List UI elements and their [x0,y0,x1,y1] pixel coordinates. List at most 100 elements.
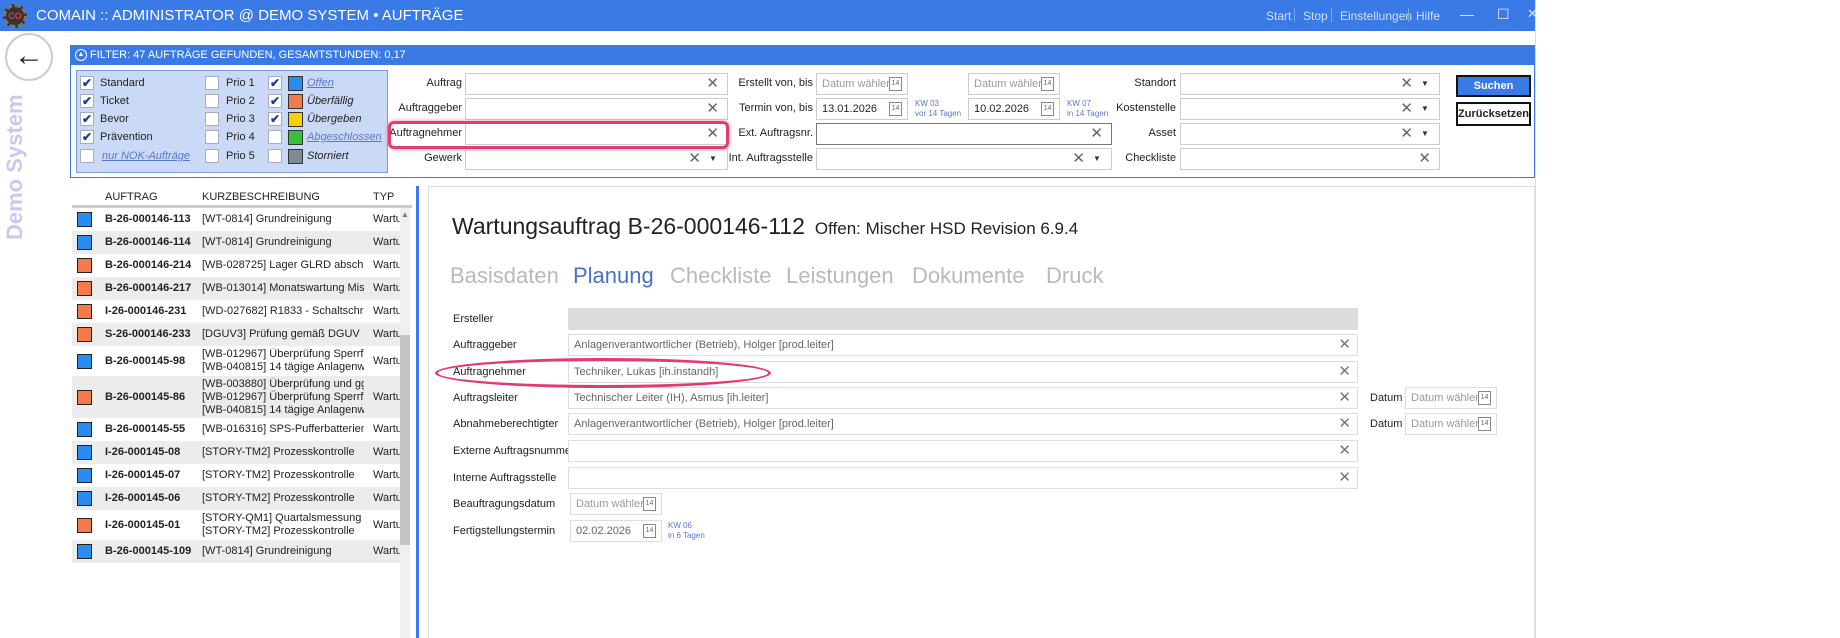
datum-date-input[interactable]: Datum wähler 14 [1405,413,1497,435]
auftrag-input[interactable]: ✕ [465,73,728,95]
termin-to-date[interactable]: 10.02.2026 14 [968,98,1060,120]
field-auftraggeber[interactable]: Anlagenverantwortlicher (Betrieb), Holge… [568,334,1358,356]
calendar-icon[interactable]: 14 [1478,417,1491,431]
minimize-icon[interactable]: — [1460,6,1474,22]
field-interne-auftragsstelle[interactable]: ✕ [568,467,1358,489]
filter-header[interactable]: ▲ FILTER: 47 AUFTRÄGE GEFUNDEN, GESAMTSTU… [70,45,1535,65]
reset-button[interactable]: Zurücksetzen [1456,102,1531,126]
table-row[interactable]: B-26-000146-217 [WB-013014] Monatswartun… [72,277,402,300]
table-row[interactable]: B-26-000146-114 [WT-0814] Grundreinigung… [72,231,402,254]
clear-icon[interactable]: ✕ [1338,388,1351,408]
dropdown-icon[interactable]: ▼ [1421,74,1433,94]
tab-leistungen[interactable]: Leistungen [786,263,894,289]
table-row[interactable]: I-26-000145-06 [STORY-TM2] Prozesskontro… [72,487,402,510]
column-typ[interactable]: TYP [373,191,394,203]
field-externe-auftragsnummer[interactable]: ✕ [568,440,1358,462]
auftraggeber-input[interactable]: ✕ [465,98,728,120]
checkbox-status[interactable]: ✔ [268,76,282,90]
checkbox-prio[interactable] [205,76,219,90]
clear-icon[interactable]: ✕ [1400,99,1413,119]
kostenstelle-input[interactable]: ✕ ▼ [1180,98,1440,120]
int-auftragsstelle-input[interactable]: ✕ ▼ [816,148,1112,170]
clear-icon[interactable]: ✕ [1338,441,1351,461]
clear-icon[interactable]: ✕ [1400,74,1413,94]
table-row[interactable]: B-26-000145-55 [WB-016316] SPS-Pufferbat… [72,418,402,441]
table-row[interactable]: I-26-000145-07 [STORY-TM2] Prozesskontro… [72,464,402,487]
clear-icon[interactable]: ✕ [1338,335,1351,355]
menu-einstellungen[interactable]: Einstellungen [1340,9,1412,23]
beauftragungsdatum-input[interactable]: Datum wähler 14 [570,493,662,515]
clear-icon[interactable]: ✕ [1338,414,1351,434]
clear-icon[interactable]: ✕ [688,149,701,169]
menu-hilfe[interactable]: Hilfe [1416,9,1440,23]
calendar-icon[interactable]: 14 [889,102,902,116]
clear-icon[interactable]: ✕ [1338,468,1351,488]
scroll-up-icon[interactable]: ▲ [401,210,409,219]
table-row[interactable]: B-26-000146-113 [WT-0814] Grundreinigung… [72,208,402,231]
fertigstellungstermin-input[interactable]: 02.02.2026 14 [570,520,662,542]
gewerk-input[interactable]: ✕ ▼ [465,148,728,170]
column-kurzbeschreibung[interactable]: KURZBESCHREIBUNG [202,191,320,203]
field-abnahmeberechtigter[interactable]: Anlagenverantwortlicher (Betrieb), Holge… [568,413,1358,435]
maximize-icon[interactable]: ☐ [1497,6,1510,23]
checkliste-input[interactable]: ✕ [1180,148,1440,170]
table-row[interactable]: B-26-000146-214 [WB-028725] Lager GLRD a… [72,254,402,277]
close-icon[interactable]: ✕ [1527,6,1538,22]
back-button[interactable]: ← [5,33,53,81]
checkbox-prio[interactable] [205,149,219,163]
clear-icon[interactable]: ✕ [1418,149,1431,169]
tab-planung[interactable]: Planung [573,263,654,289]
menu-start[interactable]: Start [1266,9,1291,23]
tab-dokumente[interactable]: Dokumente [912,263,1025,289]
checkbox-status[interactable]: ✔ [268,112,282,126]
table-row[interactable]: I-26-000146-231 [WD-027682] R1833 - Scha… [72,300,402,323]
column-auftrag[interactable]: AUFTRAG [105,191,158,203]
asset-input[interactable]: ✕ ▼ [1180,123,1440,145]
calendar-icon[interactable]: 14 [1041,102,1054,116]
table-row[interactable]: I-26-000145-01 [STORY-QM1] Quartalsmessu… [72,510,402,540]
scrollbar-thumb[interactable] [400,335,410,545]
checkbox-status[interactable]: ✔ [268,94,282,108]
dropdown-icon[interactable]: ▼ [1421,124,1433,144]
menu-stop[interactable]: Stop [1303,9,1328,23]
checkbox-prio[interactable] [205,112,219,126]
checkbox-type[interactable]: ✔ [80,94,94,108]
checkbox-type[interactable]: ✔ [80,112,94,126]
termin-from-date[interactable]: 13.01.2026 14 [816,98,908,120]
table-row[interactable]: B-26-000145-98 [WB-012967] Überprüfung S… [72,346,402,376]
tab-checkliste[interactable]: Checkliste [670,263,771,289]
clear-icon[interactable]: ✕ [706,74,719,94]
erstellt-from-date[interactable]: Datum wähler 14 [816,73,908,95]
checkbox-prio[interactable] [205,94,219,108]
clear-icon[interactable]: ✕ [1400,124,1413,144]
table-row[interactable]: S-26-000146-233 [DGUV3] Prüfung gemäß DG… [72,323,402,346]
dropdown-icon[interactable]: ▼ [1421,99,1433,119]
tab-basisdaten[interactable]: Basisdaten [450,263,559,289]
calendar-icon[interactable]: 14 [643,497,656,511]
calendar-icon[interactable]: 14 [1478,391,1491,405]
checkbox-prio[interactable] [205,130,219,144]
checkbox-status[interactable] [268,130,282,144]
table-row[interactable]: B-26-000145-109 [WT-0814] Grundreinigung… [72,540,402,563]
calendar-icon[interactable]: 14 [889,77,902,91]
clear-icon[interactable]: ✕ [1338,362,1351,382]
checkbox-type[interactable]: ✔ [80,76,94,90]
collapse-icon[interactable]: ▲ [75,49,87,61]
tab-druck[interactable]: Druck [1046,263,1103,289]
ext-auftragsnr-input[interactable]: ✕ [816,123,1112,145]
erstellt-to-date[interactable]: Datum wähler 14 [968,73,1060,95]
datum-date-input[interactable]: Datum wähler 14 [1405,387,1497,409]
table-row[interactable]: B-26-000145-86 [WB-003880] Überprüfung u… [72,376,402,418]
table-row[interactable]: I-26-000145-08 [STORY-TM2] Prozesskontro… [72,441,402,464]
checkbox-status[interactable] [268,149,282,163]
search-button[interactable]: Suchen [1456,75,1531,97]
checkbox-type[interactable]: ✔ [80,130,94,144]
clear-icon[interactable]: ✕ [1072,149,1085,169]
checkbox-type[interactable] [80,149,94,163]
field-auftragsleiter[interactable]: Technischer Leiter (IH), Asmus [ih.leite… [568,387,1358,409]
standort-input[interactable]: ✕ ▼ [1180,73,1440,95]
panel-splitter[interactable] [416,186,419,638]
clear-icon[interactable]: ✕ [706,99,719,119]
calendar-icon[interactable]: 14 [643,524,656,538]
calendar-icon[interactable]: 14 [1041,77,1054,91]
